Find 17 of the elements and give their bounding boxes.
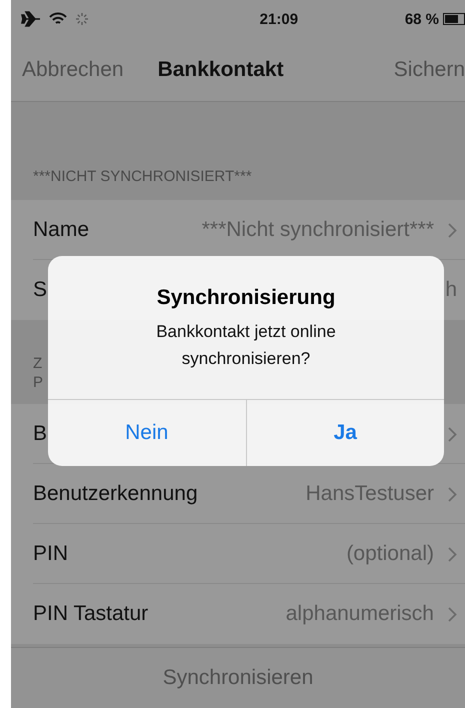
row-label: B <box>33 422 48 446</box>
row-label: Name <box>33 218 90 242</box>
row-label: Benutzerkennung <box>33 482 198 506</box>
row-label: PIN <box>33 542 68 566</box>
section-header: ***NICHT SYNCHRONISIERT*** <box>33 167 252 186</box>
row-value: ***Nicht synchronisiert*** <box>202 218 434 242</box>
alert-title: Synchronisierung <box>156 286 336 310</box>
battery-percent: 68 % <box>404 10 440 28</box>
row-label: PIN Tastatur <box>33 602 148 626</box>
row-value: (optional) <box>346 542 434 566</box>
alert-message: Bankkontakt jetzt online synchronisieren? <box>155 321 337 370</box>
row-value: alphanumerisch <box>286 602 434 626</box>
section-header: Z <box>33 354 42 373</box>
section-header: P <box>33 373 44 392</box>
row-value: HansTestuser <box>306 482 434 506</box>
status-time: 21:09 <box>258 10 300 28</box>
nav-title: Bankkontakt <box>158 58 285 82</box>
